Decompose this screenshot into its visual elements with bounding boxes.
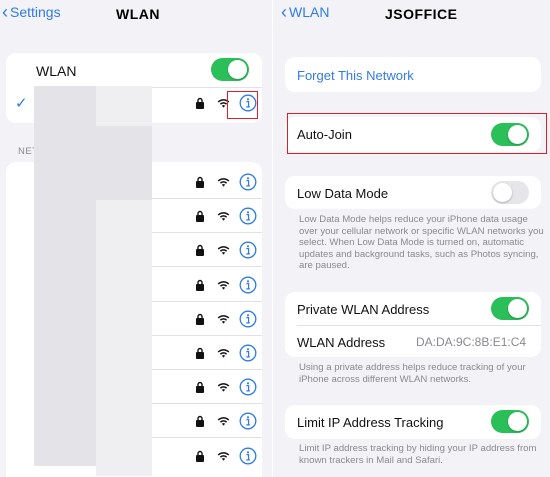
info-icon[interactable] [239,310,257,328]
wifi-icon [217,280,230,290]
network-row[interactable] [195,207,257,225]
info-icon[interactable] [239,378,257,396]
back-label: WLAN [289,4,330,20]
lock-icon [196,97,204,109]
info-icon[interactable] [239,173,257,191]
row-separator [152,300,262,302]
info-highlight-box [227,91,258,119]
chevron-left-icon: ‹ [281,2,287,22]
page-title: WLAN [116,6,160,22]
checkmark-icon: ✓ [15,95,28,112]
row-separator [152,232,262,234]
network-row[interactable] [195,412,257,430]
back-label: Settings [10,4,61,20]
info-icon[interactable] [239,344,257,362]
info-icon[interactable] [239,207,257,225]
row-separator [152,334,262,336]
row-separator [152,198,262,199]
info-icon[interactable] [239,241,257,259]
network-row[interactable] [195,173,257,191]
wlan-list-screen: ‹ Settings WLAN WLAN ✓ NET [0,0,272,477]
lock-icon [196,382,204,394]
limit-ip-label: Limit IP Address Tracking [297,415,444,430]
network-row[interactable] [195,378,257,396]
limit-ip-toggle[interactable] [491,410,529,433]
back-button[interactable]: ‹ WLAN [281,2,330,22]
private-address-toggle[interactable] [491,297,529,320]
wifi-icon [217,349,230,358]
navigation-bar: ‹ WLAN JSOFFICE [273,0,550,34]
navigation-bar: ‹ Settings WLAN [0,0,272,34]
wifi-icon [217,246,230,255]
network-detail-screen: ‹ WLAN JSOFFICE Forget This Network Auto… [273,0,550,477]
row-separator [152,369,262,370]
low-data-mode-label: Low Data Mode [297,186,389,201]
wifi-icon [217,383,230,392]
forget-network-card: Forget This Network [285,57,541,92]
lock-icon [196,211,204,223]
lock-icon [196,347,204,359]
forget-network-button[interactable]: Forget This Network [297,68,414,83]
wifi-icon [217,212,230,221]
network-row[interactable] [195,447,257,465]
limit-ip-note: Limit IP address tracking by hiding your… [299,443,537,466]
low-data-mode-card: Low Data Mode [285,176,541,209]
lock-icon [196,176,204,188]
network-row[interactable] [195,310,257,328]
row-separator [152,437,262,439]
info-icon[interactable] [239,447,257,465]
blurred-block [60,126,152,200]
private-address-card: Private WLAN Address WLAN Address DA:DA:… [285,292,541,357]
info-icon[interactable] [239,412,257,430]
lock-icon [196,245,204,257]
wifi-icon [217,314,230,324]
wlan-label: WLAN [36,63,77,79]
network-row[interactable] [195,344,257,362]
low-data-mode-toggle[interactable] [491,181,529,204]
back-button[interactable]: ‹ Settings [2,2,61,22]
wifi-icon [217,178,230,187]
wlan-toggle[interactable] [211,58,249,81]
info-icon[interactable] [239,276,257,294]
private-address-note: Using a private address helps reduce tra… [299,362,526,385]
lock-icon [196,416,204,428]
limit-ip-card: Limit IP Address Tracking [285,405,541,439]
wifi-icon [217,451,230,461]
auto-join-highlight-box [287,113,547,154]
chevron-left-icon: ‹ [2,2,8,22]
wlan-address-label: WLAN Address [297,335,386,350]
wlan-address-value: DA:DA:9C:8B:E1:C4 [416,335,527,349]
row-separator [152,266,262,268]
lock-icon [196,279,204,291]
wifi-icon [217,417,230,426]
private-address-label: Private WLAN Address [297,302,430,317]
network-row[interactable] [195,241,257,259]
page-title: JSOFFICE [385,6,458,22]
network-row[interactable] [195,276,257,294]
lock-icon [196,313,204,325]
low-data-mode-note: Low Data Mode helps reduce your iPhone d… [299,214,544,272]
lock-icon [196,450,204,462]
row-separator [152,403,262,405]
